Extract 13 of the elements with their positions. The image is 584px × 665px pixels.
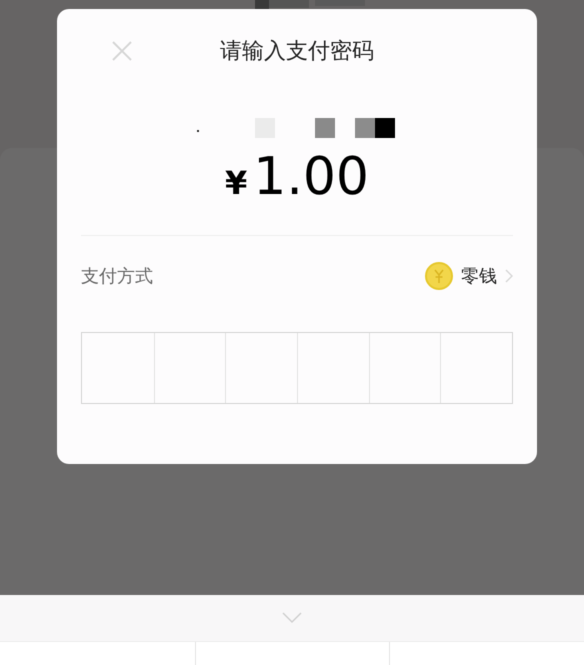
- coin-icon: [425, 262, 453, 290]
- currency-symbol: ¥: [224, 163, 248, 204]
- payment-method-label: 支付方式: [81, 264, 153, 288]
- keyboard-key[interactable]: [0, 642, 195, 665]
- dialog-title: 请输入支付密码: [220, 38, 374, 66]
- password-field[interactable]: [81, 332, 513, 404]
- amount-value: 1.00: [253, 151, 370, 203]
- keyboard-key[interactable]: [389, 642, 584, 665]
- chevron-right-icon: [505, 269, 513, 283]
- payment-method-selector[interactable]: 零钱: [425, 262, 513, 290]
- close-icon[interactable]: [111, 40, 133, 62]
- keyboard-key[interactable]: [194, 642, 390, 665]
- chevron-down-icon[interactable]: [282, 612, 302, 624]
